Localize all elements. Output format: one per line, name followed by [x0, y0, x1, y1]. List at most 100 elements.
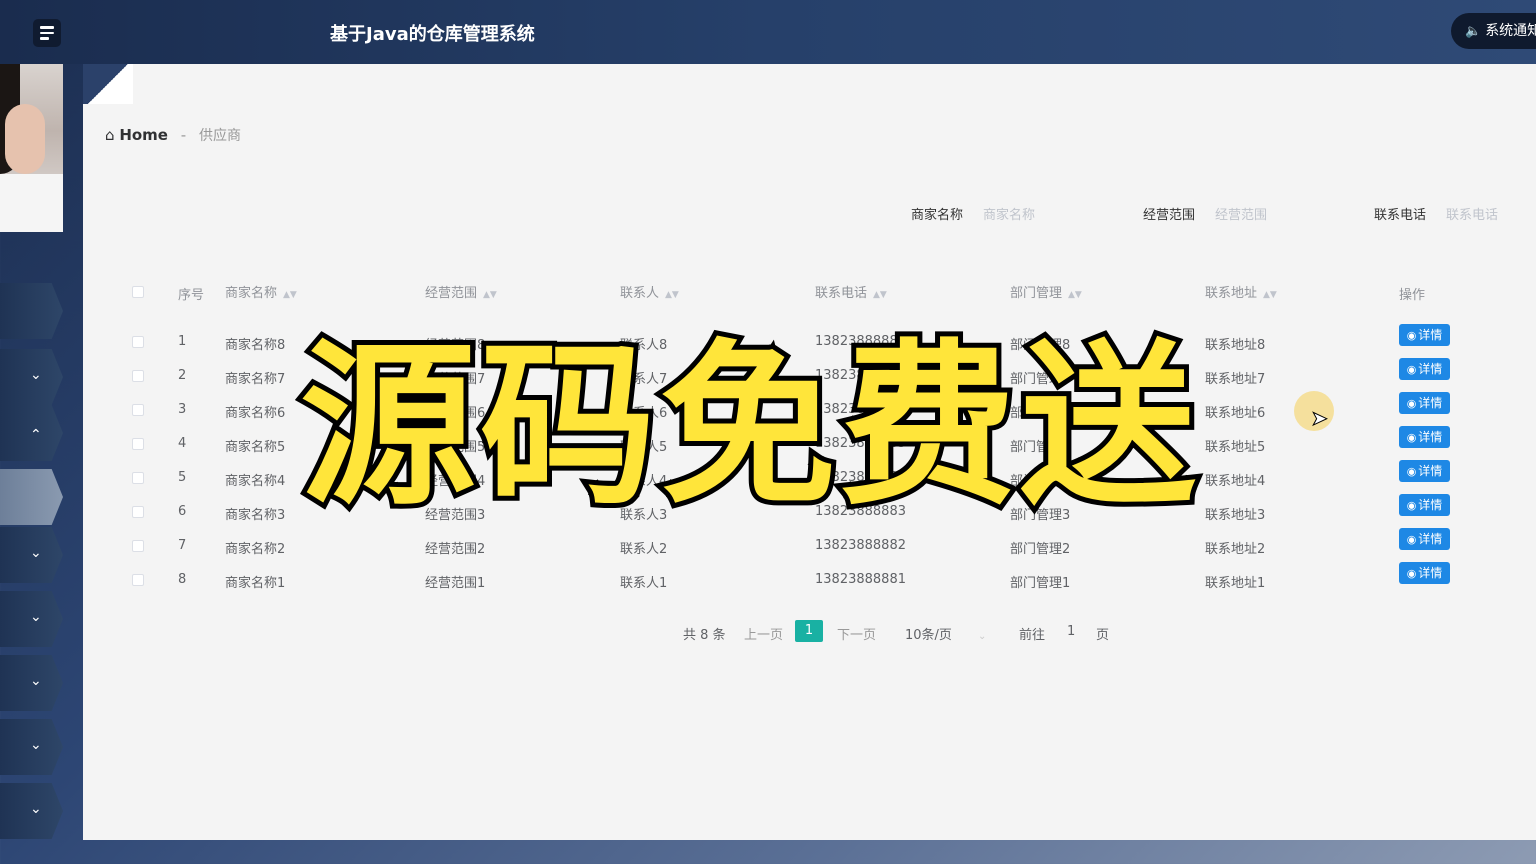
sort-icon: ▲▼ — [1068, 290, 1082, 300]
goto-page-input[interactable]: 1 — [1067, 624, 1075, 639]
prev-page-button[interactable]: 上一页 — [744, 624, 783, 643]
detail-button[interactable]: ◉ 详情 — [1399, 426, 1450, 448]
eye-icon: ◉ — [1406, 533, 1417, 546]
cell-address: 联系地址1 — [1205, 576, 1266, 591]
cell-contact: 联系人2 — [620, 542, 668, 557]
phone-input[interactable]: 联系电话 — [1446, 208, 1498, 223]
column-header-sortable[interactable]: 经营范围 ▲▼ — [425, 282, 497, 301]
cell-index: 7 — [178, 538, 187, 553]
speaker-icon: 🔈 — [1465, 24, 1482, 39]
table-row: 7 商家名称2 经营范围2 联系人2 13823888882 部门管理2 联系地… — [83, 528, 1536, 564]
chevron-down-icon: ⌄ — [30, 737, 42, 753]
goto-suffix: 页 — [1096, 628, 1110, 643]
avatar — [0, 64, 63, 232]
mouse-cursor-icon: ➤ — [1311, 406, 1329, 431]
sidebar-item[interactable]: ⌄ — [0, 527, 63, 583]
chevron-down-icon: ⌄ — [30, 609, 42, 625]
filter-merchant-name: 商家名称 商家名称 — [911, 204, 1035, 223]
app-title: 基于Java的仓库管理系统 — [330, 24, 535, 45]
sort-icon: ▲▼ — [665, 290, 679, 300]
row-checkbox[interactable] — [132, 540, 144, 552]
filter-label: 商家名称 — [911, 208, 964, 223]
business-scope-input[interactable]: 经营范围 — [1215, 208, 1267, 223]
detail-button[interactable]: ◉ 详情 — [1399, 460, 1450, 482]
detail-button[interactable]: ◉ 详情 — [1399, 324, 1450, 346]
cell-name: 商家名称1 — [225, 576, 286, 591]
sidebar-item[interactable]: ⌄ — [0, 591, 63, 647]
column-header-sortable[interactable]: 商家名称 ▲▼ — [225, 282, 297, 301]
eye-icon: ◉ — [1406, 465, 1417, 478]
column-header-sortable[interactable]: 部门管理 ▲▼ — [1010, 282, 1082, 301]
cell-name: 商家名称5 — [225, 440, 286, 455]
sort-icon: ▲▼ — [283, 290, 297, 300]
cell-phone: 13823888882 — [815, 538, 906, 553]
row-checkbox[interactable] — [132, 370, 144, 382]
row-checkbox[interactable] — [132, 438, 144, 450]
cell-dept: 部门管理2 — [1010, 542, 1071, 557]
cell-index: 8 — [178, 572, 187, 587]
column-header-sortable[interactable]: 联系电话 ▲▼ — [815, 282, 887, 301]
page-fold — [83, 64, 133, 104]
page-size-select[interactable]: 10条/页 ⌄ — [905, 624, 986, 643]
home-icon: ⌂ — [105, 126, 115, 144]
row-checkbox[interactable] — [132, 336, 144, 348]
row-checkbox[interactable] — [132, 472, 144, 484]
sidebar-item[interactable]: ⌄ — [0, 349, 63, 405]
cell-index: 2 — [178, 368, 187, 383]
select-all-checkbox[interactable] — [132, 286, 144, 298]
system-notice-label: 系统通知 — [1485, 23, 1536, 39]
cell-name: 商家名称2 — [225, 542, 286, 557]
cell-index: 5 — [178, 470, 187, 485]
merchant-name-input[interactable]: 商家名称 — [983, 208, 1035, 223]
filter-phone: 联系电话 联系电话 — [1374, 204, 1498, 223]
cell-scope: 经营范围1 — [425, 576, 486, 591]
eye-icon: ◉ — [1406, 567, 1417, 580]
sidebar-item[interactable]: ⌄ — [0, 655, 63, 711]
pagination-total: 共 8 条 — [683, 628, 726, 643]
top-bar: 基于Java的仓库管理系统 🔈 系统通知 — [0, 0, 1536, 64]
eye-icon: ◉ — [1406, 329, 1417, 342]
next-page-button[interactable]: 下一页 — [837, 624, 876, 643]
column-header: 序号 — [178, 288, 205, 303]
detail-button[interactable]: ◉ 详情 — [1399, 392, 1450, 414]
cell-address: 联系地址2 — [1205, 542, 1266, 557]
cell-name: 商家名称4 — [225, 474, 286, 489]
sort-icon: ▲▼ — [873, 290, 887, 300]
detail-button[interactable]: ◉ 详情 — [1399, 528, 1450, 550]
pagination: 共 8 条 上一页 1 下一页 10条/页 ⌄ 前往 1 页 — [83, 620, 1536, 644]
eye-icon: ◉ — [1406, 499, 1417, 512]
table-row: 8 商家名称1 经营范围1 联系人1 13823888881 部门管理1 联系地… — [83, 562, 1536, 598]
sidebar-item[interactable]: ⌄ — [0, 783, 63, 839]
chevron-down-icon: ⌄ — [977, 631, 987, 642]
cell-phone: 13823888881 — [815, 572, 906, 587]
cell-dept: 部门管理1 — [1010, 576, 1071, 591]
chevron-down-icon: ⌄ — [30, 545, 42, 561]
cell-name: 商家名称8 — [225, 338, 286, 353]
menu-icon — [40, 26, 54, 29]
row-checkbox[interactable] — [132, 506, 144, 518]
chevron-down-icon: ⌄ — [30, 673, 42, 689]
detail-button[interactable]: ◉ 详情 — [1399, 494, 1450, 516]
breadcrumb-separator: - — [180, 126, 187, 144]
row-checkbox[interactable] — [132, 404, 144, 416]
column-header-sortable[interactable]: 联系地址 ▲▼ — [1205, 282, 1277, 301]
system-notice-button[interactable]: 🔈 系统通知 — [1451, 13, 1536, 49]
eye-icon: ◉ — [1406, 363, 1417, 376]
column-header: 操作 — [1399, 288, 1426, 303]
breadcrumb-home[interactable]: Home — [119, 126, 168, 144]
page-1-button[interactable]: 1 — [795, 620, 823, 642]
sidebar-item-active[interactable] — [0, 469, 63, 525]
detail-button[interactable]: ◉ 详情 — [1399, 358, 1450, 380]
sidebar-item[interactable]: ⌃ — [0, 405, 63, 461]
sidebar-item[interactable]: ⌄ — [0, 719, 63, 775]
promo-overlay-text: 源码免费送 — [295, 319, 1201, 534]
column-header-sortable[interactable]: 联系人 ▲▼ — [620, 282, 679, 301]
cell-index: 4 — [178, 436, 187, 451]
filter-label: 经营范围 — [1143, 208, 1196, 223]
breadcrumb-current: 供应商 — [198, 128, 241, 144]
sidebar-item[interactable] — [0, 283, 63, 339]
detail-button[interactable]: ◉ 详情 — [1399, 562, 1450, 584]
menu-toggle-button[interactable] — [33, 19, 61, 47]
row-checkbox[interactable] — [132, 574, 144, 586]
eye-icon: ◉ — [1406, 397, 1417, 410]
